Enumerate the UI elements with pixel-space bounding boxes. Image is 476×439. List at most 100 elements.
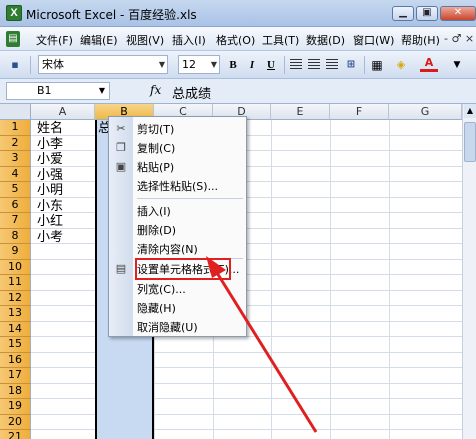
context-menu-separator xyxy=(137,198,243,199)
select-all-corner[interactable] xyxy=(0,104,31,120)
row-header-2[interactable]: 2 xyxy=(0,135,31,151)
row-header-19[interactable]: 19 xyxy=(0,399,31,415)
row-header-10[interactable]: 10 xyxy=(0,259,31,275)
cell-a7[interactable]: 小红 xyxy=(37,214,63,229)
align-center-icon[interactable] xyxy=(308,59,320,70)
font-color-button[interactable]: A xyxy=(420,56,438,72)
context-menu-insert[interactable]: 插入(I) xyxy=(137,202,245,221)
row-header-17[interactable]: 17 xyxy=(0,368,31,384)
close-button[interactable]: ✕ xyxy=(440,6,476,21)
column-header-a[interactable]: A xyxy=(31,104,95,120)
context-menu-hide[interactable]: 隐藏(H) xyxy=(137,299,245,318)
chevron-down-icon: ▼ xyxy=(210,60,217,69)
context-menu-paste-special[interactable]: 选择性粘贴(S)... xyxy=(137,177,245,196)
align-left-icon[interactable] xyxy=(290,59,302,70)
context-menu-unhide[interactable]: 取消隐藏(U) xyxy=(137,318,245,337)
row-header-5[interactable]: 5 xyxy=(0,182,31,198)
borders-icon[interactable]: ▦ xyxy=(368,56,386,74)
menu-bar: ▤ 文件(F) 编辑(E) 视图(V) 插入(I) 格式(O) 工具(T) 数据… xyxy=(0,27,476,51)
menu-window[interactable]: 窗口(W) xyxy=(353,32,394,48)
font-size-value: 12 xyxy=(182,58,196,71)
name-box[interactable]: B1 ▼ xyxy=(6,82,110,100)
row-header-13[interactable]: 13 xyxy=(0,306,31,322)
toolbar-separator xyxy=(364,56,365,74)
font-size-select[interactable]: 12 ▼ xyxy=(178,55,220,74)
grid-line xyxy=(330,120,331,439)
menu-view[interactable]: 视图(V) xyxy=(126,32,164,48)
column-header-g[interactable]: G xyxy=(389,104,462,120)
underline-button[interactable]: U xyxy=(262,56,280,74)
scissors-icon: ✂ xyxy=(116,122,126,135)
cell-a4[interactable]: 小强 xyxy=(37,168,63,183)
toolbar-separator xyxy=(284,56,285,74)
cell-a8[interactable]: 小考 xyxy=(37,230,63,245)
scroll-thumb[interactable] xyxy=(464,122,476,162)
grid-line xyxy=(389,120,390,439)
title-bar: X Microsoft Excel - 百度经验.xls ▁ ▣ ✕ xyxy=(0,0,476,27)
menu-insert[interactable]: 插入(I) xyxy=(172,32,206,48)
context-menu-cut[interactable]: 剪切(T) xyxy=(137,120,245,139)
cell-a3[interactable]: 小爱 xyxy=(37,152,63,167)
menu-help[interactable]: 帮助(H) xyxy=(401,32,440,48)
font-name-select[interactable]: 宋体 ▼ xyxy=(38,55,168,74)
toolbar-separator xyxy=(30,56,31,74)
cell-a2[interactable]: 小李 xyxy=(37,137,63,152)
row-header-18[interactable]: 18 xyxy=(0,383,31,399)
row-header-15[interactable]: 15 xyxy=(0,337,31,353)
scroll-up-icon[interactable]: ▲ xyxy=(464,104,476,118)
menu-edit[interactable]: 编辑(E) xyxy=(80,32,118,48)
column-header-e[interactable]: E xyxy=(271,104,330,120)
context-menu-clear-contents[interactable]: 清除内容(N) xyxy=(137,240,245,259)
bold-button[interactable]: B xyxy=(224,56,242,74)
minimize-button[interactable]: ▁ xyxy=(392,6,414,21)
copy-icon: ❐ xyxy=(116,141,126,154)
fill-color-icon[interactable]: ◈ xyxy=(392,56,410,74)
row-header-14[interactable]: 14 xyxy=(0,321,31,337)
chevron-down-icon: ▼ xyxy=(98,86,105,95)
menu-file[interactable]: 文件(F) xyxy=(36,32,73,48)
vertical-scrollbar[interactable]: ▲ xyxy=(462,104,476,439)
chevron-down-icon: ▼ xyxy=(158,60,165,69)
row-header-8[interactable]: 8 xyxy=(0,228,31,244)
cell-a5[interactable]: 小明 xyxy=(37,183,63,198)
context-menu-delete[interactable]: 删除(D) xyxy=(137,221,245,240)
italic-button[interactable]: I xyxy=(243,56,261,74)
row-header-7[interactable]: 7 xyxy=(0,213,31,229)
menu-data[interactable]: 数据(D) xyxy=(306,32,345,48)
row-header-3[interactable]: 3 xyxy=(0,151,31,167)
excel-icon: X xyxy=(6,5,22,21)
cell-a1[interactable]: 姓名 xyxy=(37,121,63,136)
row-header-12[interactable]: 12 xyxy=(0,290,31,306)
menu-tools[interactable]: 工具(T) xyxy=(262,32,299,48)
workbook-window-controls[interactable]: - ♂ × xyxy=(444,32,474,45)
row-header-9[interactable]: 9 xyxy=(0,244,31,260)
cell-a6[interactable]: 小东 xyxy=(37,199,63,214)
row-header-20[interactable]: 20 xyxy=(0,414,31,430)
paste-icon: ▣ xyxy=(115,160,127,173)
context-menu-column-width[interactable]: 列宽(C)... xyxy=(137,280,245,299)
formula-input[interactable]: 总成绩 xyxy=(172,83,211,102)
context-menu: 剪切(T) ✂ 复制(C) ❐ 粘贴(P) ▣ 选择性粘贴(S)... 插入(I) 删除(D) 清… xyxy=(108,116,247,337)
row-header-1[interactable]: 1 xyxy=(0,120,31,136)
formula-bar: B1 ▼ fx 总成绩 xyxy=(0,79,476,104)
fx-icon[interactable]: fx xyxy=(150,83,161,97)
align-right-icon[interactable] xyxy=(326,59,338,70)
row-header-16[interactable]: 16 xyxy=(0,352,31,368)
context-menu-paste[interactable]: 粘贴(P) xyxy=(137,158,245,177)
menu-format[interactable]: 格式(O) xyxy=(216,32,255,48)
toolbar-options-icon[interactable]: ▼ xyxy=(448,56,466,74)
font-name-value: 宋体 xyxy=(42,58,64,71)
name-box-value: B1 xyxy=(37,84,52,97)
column-header-f[interactable]: F xyxy=(330,104,389,120)
row-header-6[interactable]: 6 xyxy=(0,197,31,213)
merge-center-icon[interactable]: ⊞ xyxy=(342,56,360,74)
workbook-icon[interactable]: ▤ xyxy=(6,31,20,47)
save-icon[interactable]: ▪ xyxy=(6,56,24,74)
row-header-21[interactable]: 21 xyxy=(0,430,31,439)
context-menu-copy[interactable]: 复制(C) xyxy=(137,139,245,158)
row-header-4[interactable]: 4 xyxy=(0,166,31,182)
row-header-11[interactable]: 11 xyxy=(0,275,31,291)
restore-button[interactable]: ▣ xyxy=(416,6,438,21)
format-cells-icon: ▤ xyxy=(115,262,127,275)
grid-line xyxy=(271,120,272,439)
